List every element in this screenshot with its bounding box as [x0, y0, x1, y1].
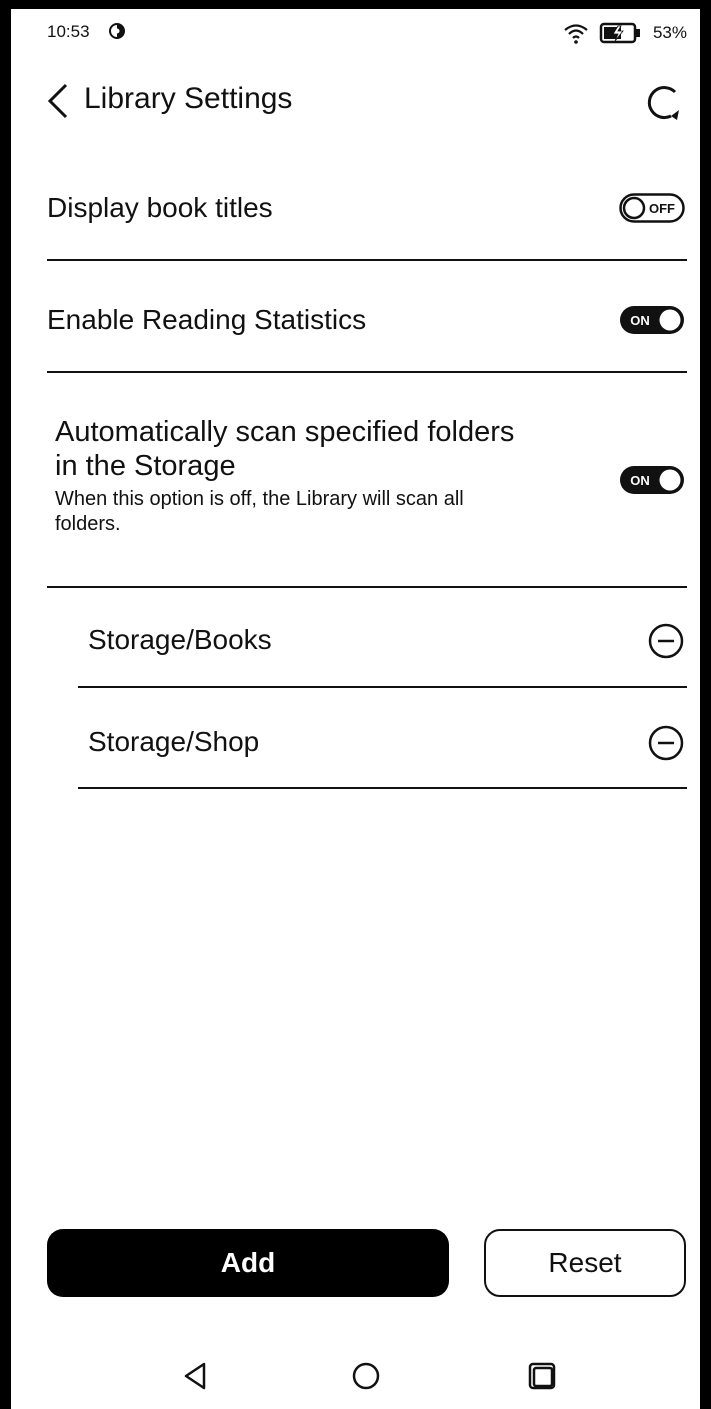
setting-label: Enable Reading Statistics — [47, 304, 367, 335]
toggle-on[interactable]: ON — [619, 465, 685, 495]
page-title: Library Settings — [84, 82, 293, 115]
divider — [47, 259, 687, 261]
battery-charging-icon — [599, 22, 640, 44]
setting-label: Display book titles — [47, 192, 273, 223]
back-triangle-icon[interactable] — [176, 1356, 216, 1396]
status-time: 10:53 — [47, 22, 90, 41]
setting-label-line1: Automatically scan specified folders — [55, 416, 515, 448]
refresh-icon[interactable] — [641, 80, 685, 124]
sync-icon — [109, 23, 125, 39]
folder-path: Storage/Books — [88, 624, 272, 655]
add-button[interactable]: Add — [47, 1229, 449, 1297]
toggle-on[interactable]: ON — [619, 305, 685, 335]
setting-description-line1: When this option is off, the Library wil… — [55, 488, 464, 510]
status-bar: 10:53 53% — [47, 22, 687, 48]
toggle-off[interactable]: OFF — [619, 193, 685, 223]
divider — [47, 371, 687, 373]
folder-item: Storage/Books — [88, 620, 685, 664]
chevron-left-icon[interactable] — [44, 82, 72, 120]
setting-text-block: Automatically scan specified folders in … — [55, 415, 615, 537]
divider — [78, 686, 687, 688]
reset-button[interactable]: Reset — [484, 1229, 686, 1297]
wifi-icon — [564, 24, 588, 44]
header-bar: Library Settings — [44, 78, 685, 124]
toggle-text: ON — [630, 473, 650, 488]
toggle-text: ON — [630, 313, 650, 328]
battery-percent: 53% — [652, 23, 687, 42]
minus-circle-icon[interactable] — [647, 724, 685, 762]
recents-square-icon[interactable] — [522, 1356, 562, 1396]
setting-description-line2: folders. — [55, 513, 121, 535]
setting-label-line2: in the Storage — [55, 450, 236, 482]
divider — [47, 586, 687, 588]
status-right: 53% — [563, 22, 687, 44]
setting-reading-statistics[interactable]: Enable Reading Statistics ON — [47, 302, 685, 342]
folder-item: Storage/Shop — [88, 722, 685, 766]
minus-circle-icon[interactable] — [647, 622, 685, 660]
home-circle-icon[interactable] — [346, 1356, 386, 1396]
setting-display-book-titles[interactable]: Display book titles OFF — [47, 190, 685, 230]
setting-auto-scan[interactable]: Automatically scan specified folders in … — [47, 415, 685, 565]
toggle-text: OFF — [649, 201, 675, 216]
folder-path: Storage/Shop — [88, 726, 260, 757]
divider — [78, 787, 687, 789]
